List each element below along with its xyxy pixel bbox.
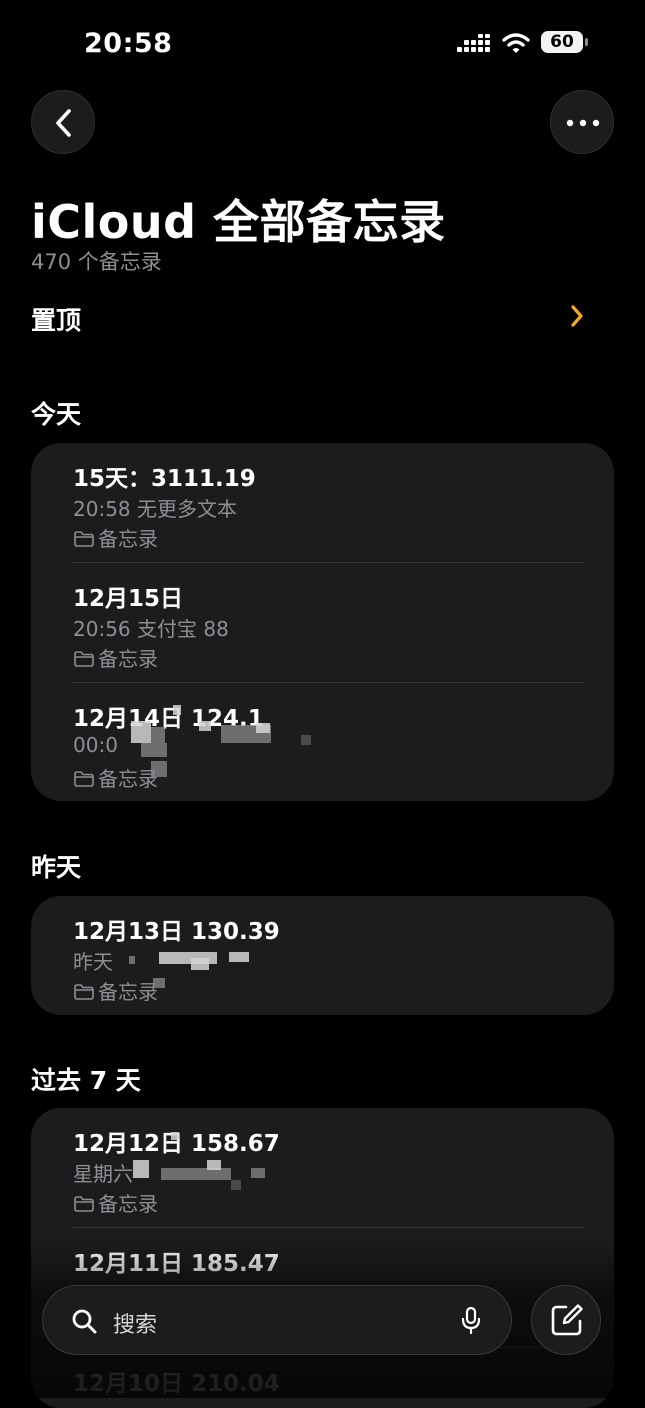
redaction-mosaic <box>129 956 135 964</box>
redaction-mosaic <box>207 1160 221 1170</box>
redaction-mosaic <box>153 978 165 988</box>
redaction-mosaic <box>151 727 165 743</box>
notes-card-today: 15天：3111.19 20:58 无更多文本 备忘录 12月15日 20:56… <box>31 443 614 801</box>
redaction-mosaic <box>229 952 249 962</box>
folder-icon <box>74 651 94 667</box>
note-item[interactable]: 12月13日 130.39 昨天 备忘录 <box>31 896 614 1015</box>
note-folder: 备忘录 <box>73 523 158 552</box>
note-folder-label: 备忘录 <box>98 527 158 551</box>
signal-icon <box>457 34 490 52</box>
folder-icon <box>74 531 94 547</box>
note-title: 12月10日 210.04 <box>73 1371 280 1397</box>
note-meta: 星期六 <box>73 1162 133 1186</box>
note-folder-label: 备忘录 <box>98 980 158 1004</box>
note-title: 12月13日 130.39 <box>73 919 280 945</box>
section-header-past-7-days: 过去 7 天 <box>31 1066 141 1095</box>
note-item[interactable]: 12月10日 210.04 <box>31 1348 614 1408</box>
section-header-yesterday: 昨天 <box>31 853 82 882</box>
note-item[interactable]: 12月15日 20:56 支付宝 88 备忘录 <box>31 563 614 683</box>
note-count: 470 个备忘录 <box>31 250 162 274</box>
compose-icon <box>551 1304 583 1336</box>
section-header-today: 今天 <box>31 400 82 429</box>
redaction-mosaic <box>199 721 211 731</box>
status-time: 20:58 <box>84 28 173 59</box>
note-item[interactable]: 15天：3111.19 20:58 无更多文本 备忘录 <box>31 443 614 563</box>
note-title: 12月12日 158.67 <box>73 1131 280 1157</box>
pinned-label: 置顶 <box>31 306 82 335</box>
note-item[interactable]: 12月12日 158.67 星期六 备忘录 <box>31 1108 614 1228</box>
note-meta: 00:0 <box>73 733 118 757</box>
back-chevron-icon <box>56 109 71 137</box>
redaction-mosaic <box>251 1168 265 1178</box>
redaction-mosaic <box>131 721 151 743</box>
chevron-right-icon <box>571 305 583 327</box>
redaction-mosaic <box>133 1160 149 1178</box>
redaction-mosaic <box>256 723 270 733</box>
note-folder-label: 备忘录 <box>98 767 158 791</box>
redaction-mosaic <box>173 705 181 715</box>
compose-note-button[interactable] <box>531 1285 601 1355</box>
note-folder-label: 备忘录 <box>98 647 158 671</box>
note-folder: 备忘录 <box>73 763 158 792</box>
pinned-section-row[interactable]: 置顶 <box>31 298 591 338</box>
status-bar: 20:58 60 <box>0 0 645 90</box>
folder-icon <box>74 1196 94 1212</box>
note-item[interactable]: 12月14日 124.1 00:0 备忘录 <box>31 683 614 801</box>
redaction-mosaic <box>141 743 167 757</box>
redaction-mosaic <box>231 1180 241 1190</box>
note-folder: 备忘录 <box>73 643 158 672</box>
note-title: 12月15日 <box>73 586 184 612</box>
search-input[interactable]: 搜索 <box>42 1285 512 1355</box>
note-meta: 20:58 无更多文本 <box>73 497 237 521</box>
more-icon <box>566 119 600 127</box>
battery-tip <box>585 38 588 46</box>
page-title: iCloud 全部备忘录 <box>31 195 446 249</box>
folder-icon <box>74 771 94 787</box>
mic-icon[interactable] <box>461 1306 481 1336</box>
battery-icon: 60 <box>541 31 589 55</box>
note-folder: 备忘录 <box>73 1188 158 1217</box>
more-options-button[interactable] <box>550 90 614 154</box>
note-folder-label: 备忘录 <box>98 1192 158 1216</box>
note-meta: 昨天 <box>73 950 113 974</box>
note-meta: 20:56 支付宝 88 <box>73 617 229 641</box>
note-title: 12月11日 185.47 <box>73 1251 280 1277</box>
wifi-icon <box>502 33 530 53</box>
battery-level: 60 <box>541 31 583 53</box>
back-button[interactable] <box>31 90 95 154</box>
notes-card-yesterday: 12月13日 130.39 昨天 备忘录 <box>31 896 614 1015</box>
folder-icon <box>74 984 94 1000</box>
redaction-mosaic <box>191 958 209 970</box>
search-icon <box>72 1309 97 1334</box>
search-placeholder: 搜索 <box>113 1313 158 1338</box>
redaction-mosaic <box>171 1132 179 1140</box>
note-folder: 备忘录 <box>73 976 158 1005</box>
redaction-mosaic <box>301 735 311 745</box>
note-title: 15天：3111.19 <box>73 466 256 492</box>
redaction-mosaic <box>151 761 167 777</box>
notes-card-past-7-days: 12月12日 158.67 星期六 备忘录 12月11日 185.47 12月1… <box>31 1108 614 1408</box>
